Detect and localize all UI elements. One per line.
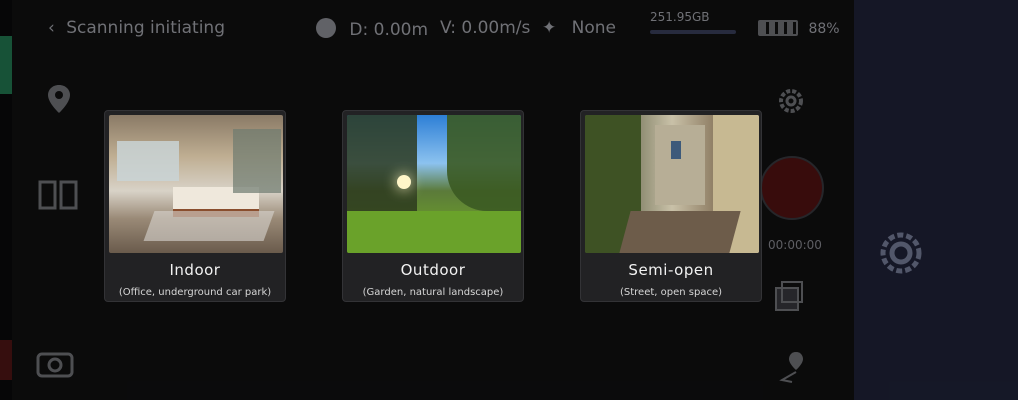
indoor-thumbnail	[109, 115, 283, 253]
semi-open-thumbnail	[585, 115, 759, 253]
scene-subtitle: (Office, underground car park)	[118, 287, 272, 298]
scene-card-semi-open[interactable]: Semi-open (Street, open space)	[580, 110, 762, 302]
scene-title: Semi-open	[628, 261, 714, 279]
scene-title: Outdoor	[400, 261, 466, 279]
scene-selection-modal: Indoor (Office, underground car park) Ou…	[0, 0, 1018, 400]
scene-title: Indoor	[169, 261, 221, 279]
outdoor-thumbnail	[347, 115, 521, 253]
scene-card-indoor[interactable]: Indoor (Office, underground car park)	[104, 110, 286, 302]
scene-subtitle: (Garden, natural landscape)	[362, 287, 504, 298]
scene-subtitle: (Street, open space)	[619, 287, 723, 298]
scene-card-outdoor[interactable]: Outdoor (Garden, natural landscape)	[342, 110, 524, 302]
